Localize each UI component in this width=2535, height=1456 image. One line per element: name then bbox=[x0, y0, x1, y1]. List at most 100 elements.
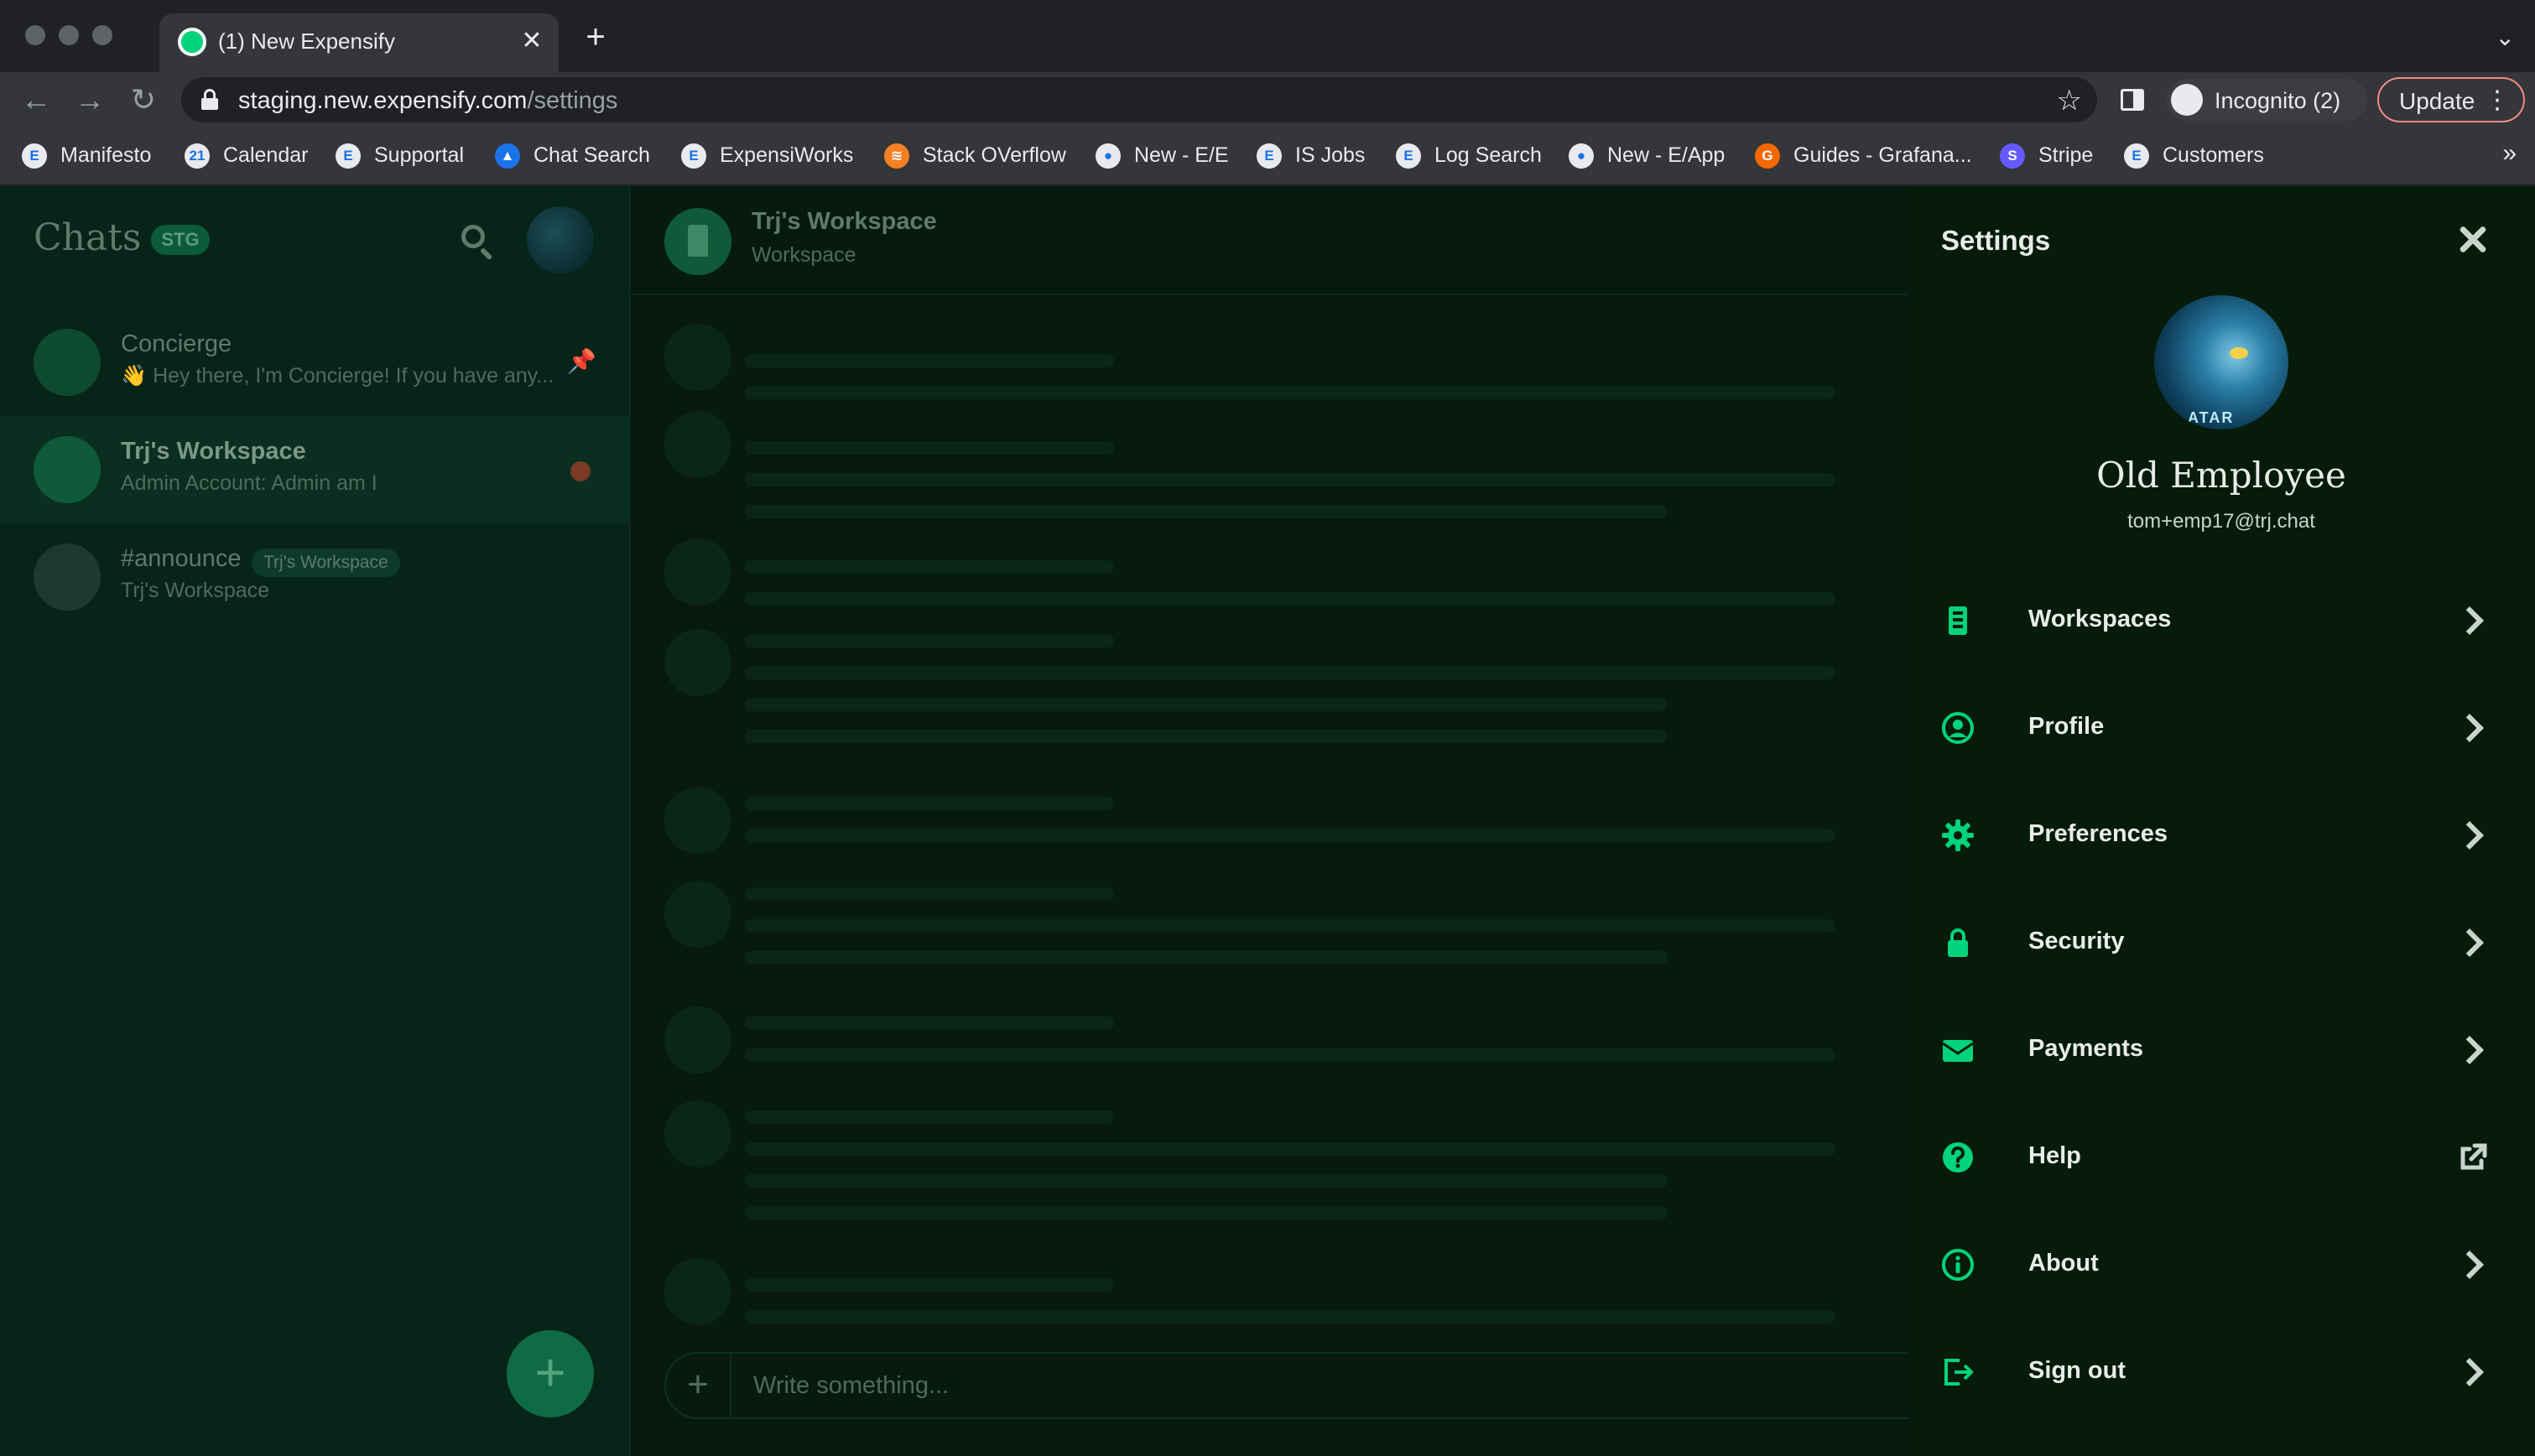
more-bookmarks-button[interactable]: » bbox=[2502, 139, 2517, 168]
bookmark-label: New - E/E bbox=[1134, 143, 1229, 167]
report-view: Trj's Workspace Workspace + Write someth… bbox=[629, 186, 1923, 1456]
report-header: Trj's Workspace Workspace bbox=[631, 186, 1909, 295]
chevron-right-icon bbox=[2456, 713, 2486, 743]
skeleton-avatar bbox=[664, 787, 731, 854]
chevron-right-icon bbox=[2456, 820, 2486, 850]
bookmark-star-icon[interactable]: ☆ bbox=[2057, 84, 2082, 117]
bookmark-label: Manifesto bbox=[60, 143, 152, 167]
floating-action-button[interactable]: + bbox=[507, 1330, 594, 1417]
settings-item-security[interactable]: Security bbox=[1908, 889, 2535, 996]
pin-icon: 📌 bbox=[567, 348, 596, 374]
settings-item-label: Profile bbox=[2028, 713, 2105, 740]
workspace-tag: Trj's Workspace bbox=[252, 549, 400, 577]
skeleton-line bbox=[745, 441, 1114, 455]
skeleton-line bbox=[745, 829, 1835, 842]
browser-toolbar: ← → ↻ staging.new.expensify.com/settings… bbox=[0, 72, 2535, 127]
settings-item-sign-out[interactable]: Sign out bbox=[1908, 1318, 2535, 1426]
update-button[interactable]: Update ⋮ bbox=[2377, 77, 2525, 122]
close-icon[interactable] bbox=[2453, 220, 2493, 260]
address-bar[interactable]: staging.new.expensify.com/settings ☆ bbox=[181, 77, 2097, 122]
lock-icon[interactable] bbox=[201, 89, 218, 111]
forward-arrow-icon[interactable]: → bbox=[72, 82, 107, 117]
bookmark-favicon-icon: E bbox=[22, 143, 47, 169]
skeleton-avatar bbox=[664, 538, 731, 606]
skeleton-line bbox=[745, 1017, 1114, 1030]
chat-name: #announce bbox=[121, 545, 242, 572]
skeleton-line bbox=[745, 887, 1114, 901]
skeleton-avatar bbox=[664, 1100, 731, 1167]
report-title[interactable]: Trj's Workspace bbox=[752, 208, 937, 236]
skeleton-line bbox=[745, 634, 1114, 647]
skeleton-line bbox=[745, 1278, 1114, 1292]
minimize-window-button[interactable] bbox=[59, 25, 79, 45]
settings-item-payments[interactable]: Payments bbox=[1908, 996, 2535, 1104]
bookmark-label: Supportal bbox=[374, 143, 465, 167]
settings-item-workspaces[interactable]: Workspaces bbox=[1908, 567, 2535, 674]
user-email: tom+emp17@trj.chat bbox=[2127, 510, 2315, 533]
bookmark-label: Stack OVerflow bbox=[923, 143, 1066, 167]
sign-out-icon bbox=[1941, 1355, 1975, 1389]
settings-item-label: Help bbox=[2028, 1142, 2081, 1169]
chat-name: Trj's Workspace bbox=[121, 438, 306, 465]
expensify-app: Chats STG Concierge 👋 Hey there, I'm Con… bbox=[0, 186, 2535, 1456]
close-tab-button[interactable]: ✕ bbox=[515, 24, 549, 58]
skeleton-avatar bbox=[664, 629, 731, 696]
lock-icon bbox=[1941, 926, 1975, 959]
new-tab-button[interactable]: + bbox=[579, 20, 612, 55]
chat-preview: Trj's Workspace bbox=[121, 579, 270, 602]
settings-item-profile[interactable]: Profile bbox=[1908, 674, 2535, 782]
settings-item-preferences[interactable]: Preferences bbox=[1908, 782, 2535, 889]
user-circle-icon bbox=[1941, 711, 1975, 745]
settings-item-about[interactable]: About bbox=[1908, 1211, 2535, 1318]
bookmark-label: Chat Search bbox=[534, 143, 650, 167]
megaphone-icon bbox=[34, 543, 101, 611]
chat-row-concierge[interactable]: Concierge 👋 Hey there, I'm Concierge! If… bbox=[0, 309, 629, 416]
settings-panel: Settings ATAR Old Employee tom+emp17@trj… bbox=[1908, 186, 2535, 1456]
skeleton-line bbox=[745, 797, 1114, 810]
skeleton-avatar bbox=[664, 324, 731, 391]
chat-preview: Admin Account: Admin am I bbox=[121, 471, 377, 495]
profile-avatar[interactable]: ATAR bbox=[2154, 295, 2288, 429]
skeleton-line bbox=[745, 386, 1835, 399]
side-panel-icon[interactable] bbox=[2121, 89, 2144, 111]
tab-title: (1) New Expensify bbox=[218, 29, 395, 54]
settings-item-label: Payments bbox=[2028, 1035, 2144, 1062]
skeleton-line bbox=[745, 505, 1668, 518]
settings-item-label: About bbox=[2028, 1250, 2099, 1277]
skeleton-line bbox=[745, 1174, 1668, 1188]
sidebar-title: Chats bbox=[34, 216, 142, 259]
composer[interactable]: + Write something... bbox=[664, 1352, 1923, 1419]
skeleton-line bbox=[745, 1142, 1835, 1156]
bookmark-label: Customers bbox=[2163, 143, 2264, 167]
chevron-right-icon bbox=[2456, 1357, 2486, 1387]
bookmark-favicon-icon: E bbox=[1396, 143, 1421, 169]
skeleton-line bbox=[745, 919, 1835, 933]
bookmark-label: Calendar bbox=[223, 143, 309, 167]
unread-dot-icon bbox=[570, 461, 591, 481]
chat-row-workspace[interactable]: Trj's Workspace Admin Account: Admin am … bbox=[0, 416, 629, 523]
settings-item-help[interactable]: Help bbox=[1908, 1104, 2535, 1211]
skeleton-line bbox=[745, 592, 1835, 606]
update-label: Update bbox=[2399, 88, 2475, 114]
building-icon bbox=[1941, 604, 1975, 637]
search-icon[interactable] bbox=[460, 223, 497, 261]
question-icon bbox=[1941, 1141, 1975, 1174]
bookmark-favicon-icon: ● bbox=[1096, 143, 1121, 169]
user-avatar[interactable] bbox=[527, 206, 594, 273]
bookmark-favicon-icon: E bbox=[2124, 143, 2149, 169]
skeleton-line bbox=[745, 473, 1835, 486]
add-attachment-button[interactable]: + bbox=[666, 1354, 731, 1417]
skeleton-avatar bbox=[664, 1258, 731, 1325]
skeleton-line bbox=[745, 951, 1668, 965]
bookmark-favicon-icon: E bbox=[1257, 143, 1282, 169]
close-window-button[interactable] bbox=[25, 25, 45, 45]
back-arrow-icon[interactable]: ← bbox=[18, 82, 54, 117]
incognito-button[interactable]: Incognito (2) bbox=[2166, 79, 2367, 121]
zoom-window-button[interactable] bbox=[92, 25, 112, 45]
tab-search-button[interactable]: ⌄ bbox=[2496, 23, 2515, 51]
browser-tab[interactable]: (1) New Expensify ✕ bbox=[159, 13, 559, 72]
chat-row-announce[interactable]: #announce Trj's Workspace Trj's Workspac… bbox=[0, 523, 629, 631]
expensify-favicon-icon bbox=[178, 28, 206, 56]
bookmark-favicon-icon: ▲ bbox=[495, 143, 520, 169]
reload-icon[interactable]: ↻ bbox=[126, 82, 161, 117]
